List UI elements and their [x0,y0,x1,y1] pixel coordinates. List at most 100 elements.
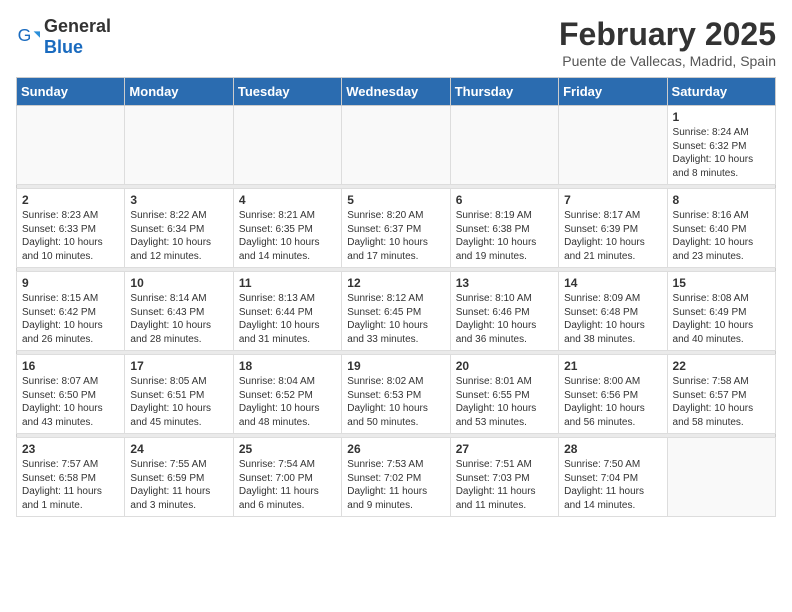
weekday-header-tuesday: Tuesday [233,78,341,106]
day-cell: 11 Sunrise: 8:13 AM Sunset: 6:44 PM Dayli… [233,272,341,351]
day-number: 12 [347,276,444,290]
day-info: Sunrise: 8:20 AM Sunset: 6:37 PM Dayligh… [347,209,444,263]
day-cell [233,106,341,185]
day-info: Sunrise: 8:17 AM Sunset: 6:39 PM Dayligh… [564,209,661,263]
day-info: Sunrise: 8:22 AM Sunset: 6:34 PM Dayligh… [130,209,227,263]
weekday-header-row: SundayMondayTuesdayWednesdayThursdayFrid… [17,78,776,106]
day-cell: 18 Sunrise: 8:04 AM Sunset: 6:52 PM Dayli… [233,355,341,434]
subtitle: Puente de Vallecas, Madrid, Spain [559,53,776,69]
day-cell [125,106,233,185]
svg-text:G: G [18,25,32,45]
day-number: 9 [22,276,119,290]
day-info: Sunrise: 8:00 AM Sunset: 6:56 PM Dayligh… [564,375,661,429]
logo-icon: G [16,25,40,49]
day-number: 26 [347,442,444,456]
week-row-5: 23Sunrise: 7:57 AM Sunset: 6:58 PM Dayli… [17,438,776,517]
day-info: Sunrise: 7:55 AM Sunset: 6:59 PM Dayligh… [130,458,227,512]
day-info: Sunrise: 8:12 AM Sunset: 6:45 PM Dayligh… [347,292,444,346]
title-area: February 2025 Puente de Vallecas, Madrid… [559,16,776,69]
day-info: Sunrise: 8:19 AM Sunset: 6:38 PM Dayligh… [456,209,553,263]
day-number: 22 [673,359,770,373]
day-info: Sunrise: 7:51 AM Sunset: 7:03 PM Dayligh… [456,458,553,512]
day-number: 1 [673,110,770,124]
weekday-header-sunday: Sunday [17,78,125,106]
day-info: Sunrise: 7:57 AM Sunset: 6:58 PM Dayligh… [22,458,119,512]
day-number: 20 [456,359,553,373]
week-row-1: 1 Sunrise: 8:24 AM Sunset: 6:32 PM Daylig… [17,106,776,185]
day-cell: 4 Sunrise: 8:21 AM Sunset: 6:35 PM Daylig… [233,189,341,268]
day-cell: 24 Sunrise: 7:55 AM Sunset: 6:59 PM Dayli… [125,438,233,517]
day-info: Sunrise: 8:13 AM Sunset: 6:44 PM Dayligh… [239,292,336,346]
week-row-2: 2Sunrise: 8:23 AM Sunset: 6:33 PM Daylig… [17,189,776,268]
day-cell [559,106,667,185]
day-cell: 8 Sunrise: 8:16 AM Sunset: 6:40 PM Daylig… [667,189,775,268]
day-number: 21 [564,359,661,373]
day-info: Sunrise: 8:21 AM Sunset: 6:35 PM Dayligh… [239,209,336,263]
day-cell: 28 Sunrise: 7:50 AM Sunset: 7:04 PM Dayli… [559,438,667,517]
day-number: 14 [564,276,661,290]
day-cell [17,106,125,185]
day-info: Sunrise: 8:24 AM Sunset: 6:32 PM Dayligh… [673,126,770,180]
day-number: 2 [22,193,119,207]
logo: G General Blue [16,16,111,58]
day-cell [450,106,558,185]
day-cell: 19 Sunrise: 8:02 AM Sunset: 6:53 PM Dayli… [342,355,450,434]
logo-general: General [44,16,111,36]
day-cell: 7 Sunrise: 8:17 AM Sunset: 6:39 PM Daylig… [559,189,667,268]
day-info: Sunrise: 7:58 AM Sunset: 6:57 PM Dayligh… [673,375,770,429]
day-info: Sunrise: 8:02 AM Sunset: 6:53 PM Dayligh… [347,375,444,429]
day-info: Sunrise: 8:14 AM Sunset: 6:43 PM Dayligh… [130,292,227,346]
day-info: Sunrise: 8:09 AM Sunset: 6:48 PM Dayligh… [564,292,661,346]
day-number: 11 [239,276,336,290]
day-cell [342,106,450,185]
day-number: 3 [130,193,227,207]
day-info: Sunrise: 8:05 AM Sunset: 6:51 PM Dayligh… [130,375,227,429]
day-cell: 13 Sunrise: 8:10 AM Sunset: 6:46 PM Dayli… [450,272,558,351]
day-cell: 3 Sunrise: 8:22 AM Sunset: 6:34 PM Daylig… [125,189,233,268]
day-number: 6 [456,193,553,207]
day-cell: 26Sunrise: 7:53 AM Sunset: 7:02 PM Dayli… [342,438,450,517]
day-cell: 22 Sunrise: 7:58 AM Sunset: 6:57 PM Dayli… [667,355,775,434]
day-info: Sunrise: 7:54 AM Sunset: 7:00 PM Dayligh… [239,458,336,512]
day-number: 10 [130,276,227,290]
day-number: 7 [564,193,661,207]
day-cell: 2Sunrise: 8:23 AM Sunset: 6:33 PM Daylig… [17,189,125,268]
day-info: Sunrise: 8:15 AM Sunset: 6:42 PM Dayligh… [22,292,119,346]
day-cell: 12 Sunrise: 8:12 AM Sunset: 6:45 PM Dayli… [342,272,450,351]
day-cell: 15Sunrise: 8:08 AM Sunset: 6:49 PM Dayli… [667,272,775,351]
day-info: Sunrise: 8:16 AM Sunset: 6:40 PM Dayligh… [673,209,770,263]
day-cell: 9 Sunrise: 8:15 AM Sunset: 6:42 PM Daylig… [17,272,125,351]
day-number: 13 [456,276,553,290]
day-number: 16 [22,359,119,373]
day-number: 19 [347,359,444,373]
day-number: 24 [130,442,227,456]
weekday-header-saturday: Saturday [667,78,775,106]
weekday-header-friday: Friday [559,78,667,106]
day-number: 28 [564,442,661,456]
weekday-header-thursday: Thursday [450,78,558,106]
week-row-4: 16 Sunrise: 8:07 AM Sunset: 6:50 PM Dayli… [17,355,776,434]
day-cell [667,438,775,517]
header: G General Blue February 2025 Puente de V… [16,16,776,69]
day-info: Sunrise: 8:10 AM Sunset: 6:46 PM Dayligh… [456,292,553,346]
day-cell: 25 Sunrise: 7:54 AM Sunset: 7:00 PM Dayli… [233,438,341,517]
day-number: 4 [239,193,336,207]
day-number: 17 [130,359,227,373]
day-number: 18 [239,359,336,373]
day-info: Sunrise: 8:07 AM Sunset: 6:50 PM Dayligh… [22,375,119,429]
day-info: Sunrise: 8:08 AM Sunset: 6:49 PM Dayligh… [673,292,770,346]
calendar: SundayMondayTuesdayWednesdayThursdayFrid… [16,77,776,517]
day-number: 27 [456,442,553,456]
day-number: 25 [239,442,336,456]
weekday-header-monday: Monday [125,78,233,106]
week-row-3: 9 Sunrise: 8:15 AM Sunset: 6:42 PM Daylig… [17,272,776,351]
day-info: Sunrise: 7:50 AM Sunset: 7:04 PM Dayligh… [564,458,661,512]
day-cell: 5Sunrise: 8:20 AM Sunset: 6:37 PM Daylig… [342,189,450,268]
day-number: 8 [673,193,770,207]
day-cell: 10 Sunrise: 8:14 AM Sunset: 6:43 PM Dayli… [125,272,233,351]
day-cell: 23Sunrise: 7:57 AM Sunset: 6:58 PM Dayli… [17,438,125,517]
main-title: February 2025 [559,16,776,53]
day-cell: 17 Sunrise: 8:05 AM Sunset: 6:51 PM Dayli… [125,355,233,434]
day-info: Sunrise: 8:04 AM Sunset: 6:52 PM Dayligh… [239,375,336,429]
day-cell: 20Sunrise: 8:01 AM Sunset: 6:55 PM Dayli… [450,355,558,434]
